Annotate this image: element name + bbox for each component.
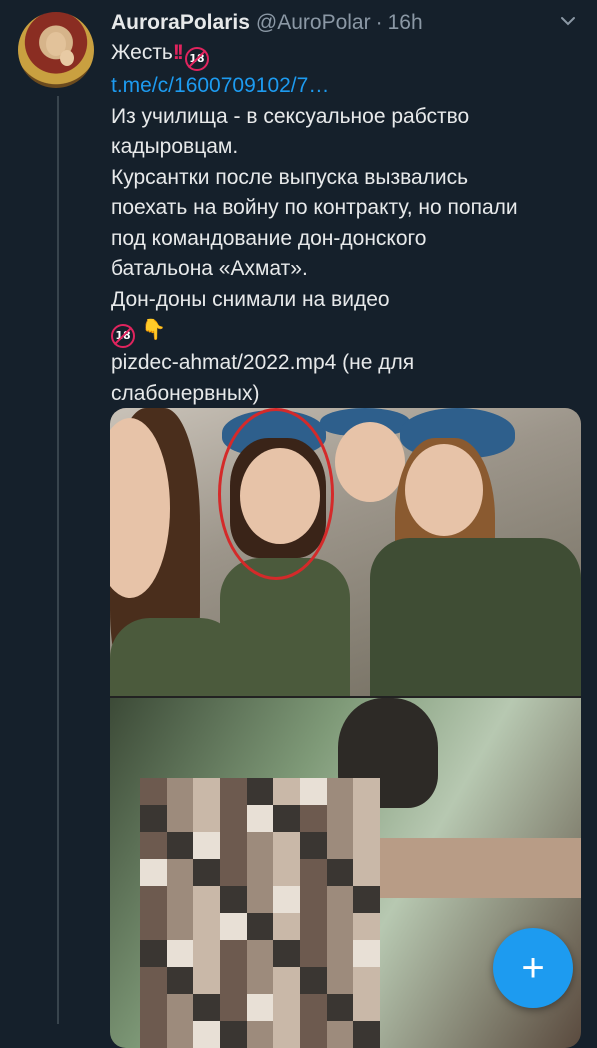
chevron-down-icon[interactable] [559, 12, 577, 30]
author-handle[interactable]: @AuroPolar [256, 11, 371, 35]
body-line: Из училища - в сексуальное рабство [111, 104, 470, 128]
file-line: pizdec-ahmat/2022.mp4 (не для [111, 351, 415, 374]
no-under-18-icon: 18 [184, 47, 209, 71]
body-line: под командование дон-донского [111, 226, 427, 250]
compose-button[interactable]: + [493, 928, 573, 1008]
body-line: Курсантки после выпуска вызвались [111, 165, 469, 189]
red-circle-annotation [218, 408, 334, 580]
timestamp[interactable]: 16h [388, 11, 423, 35]
tweet-text: Жесть!! 18 t.me/c/1600709102/7… Из училищ… [111, 38, 581, 409]
body-line: Дон-доны снимали на видео [111, 287, 390, 311]
no-under-18-icon: 18 [111, 324, 135, 348]
thread-line [57, 96, 59, 1024]
tweet-link[interactable]: t.me/c/1600709102/7… [111, 74, 329, 97]
separator-dot: · [375, 11, 383, 34]
author-name[interactable]: AuroraPolaris [111, 11, 250, 35]
backhand-index-pointing-down-icon: 👇 [141, 319, 166, 341]
avatar[interactable] [18, 12, 94, 88]
media-photo-group[interactable] [110, 408, 581, 696]
body-line: кадыровцам. [111, 135, 239, 158]
body-line: поехать на войну по контракту, но попали [111, 196, 518, 219]
plus-icon: + [521, 946, 545, 990]
body-line: батальона «Ахмат». [111, 257, 308, 280]
file-line: слабонервных) [111, 381, 260, 405]
double-exclamation-icon: !! [172, 41, 184, 64]
tweet-first-line: Жесть [111, 41, 173, 64]
tweet-header: AuroraPolaris @AuroPolar · 16h [111, 10, 577, 36]
